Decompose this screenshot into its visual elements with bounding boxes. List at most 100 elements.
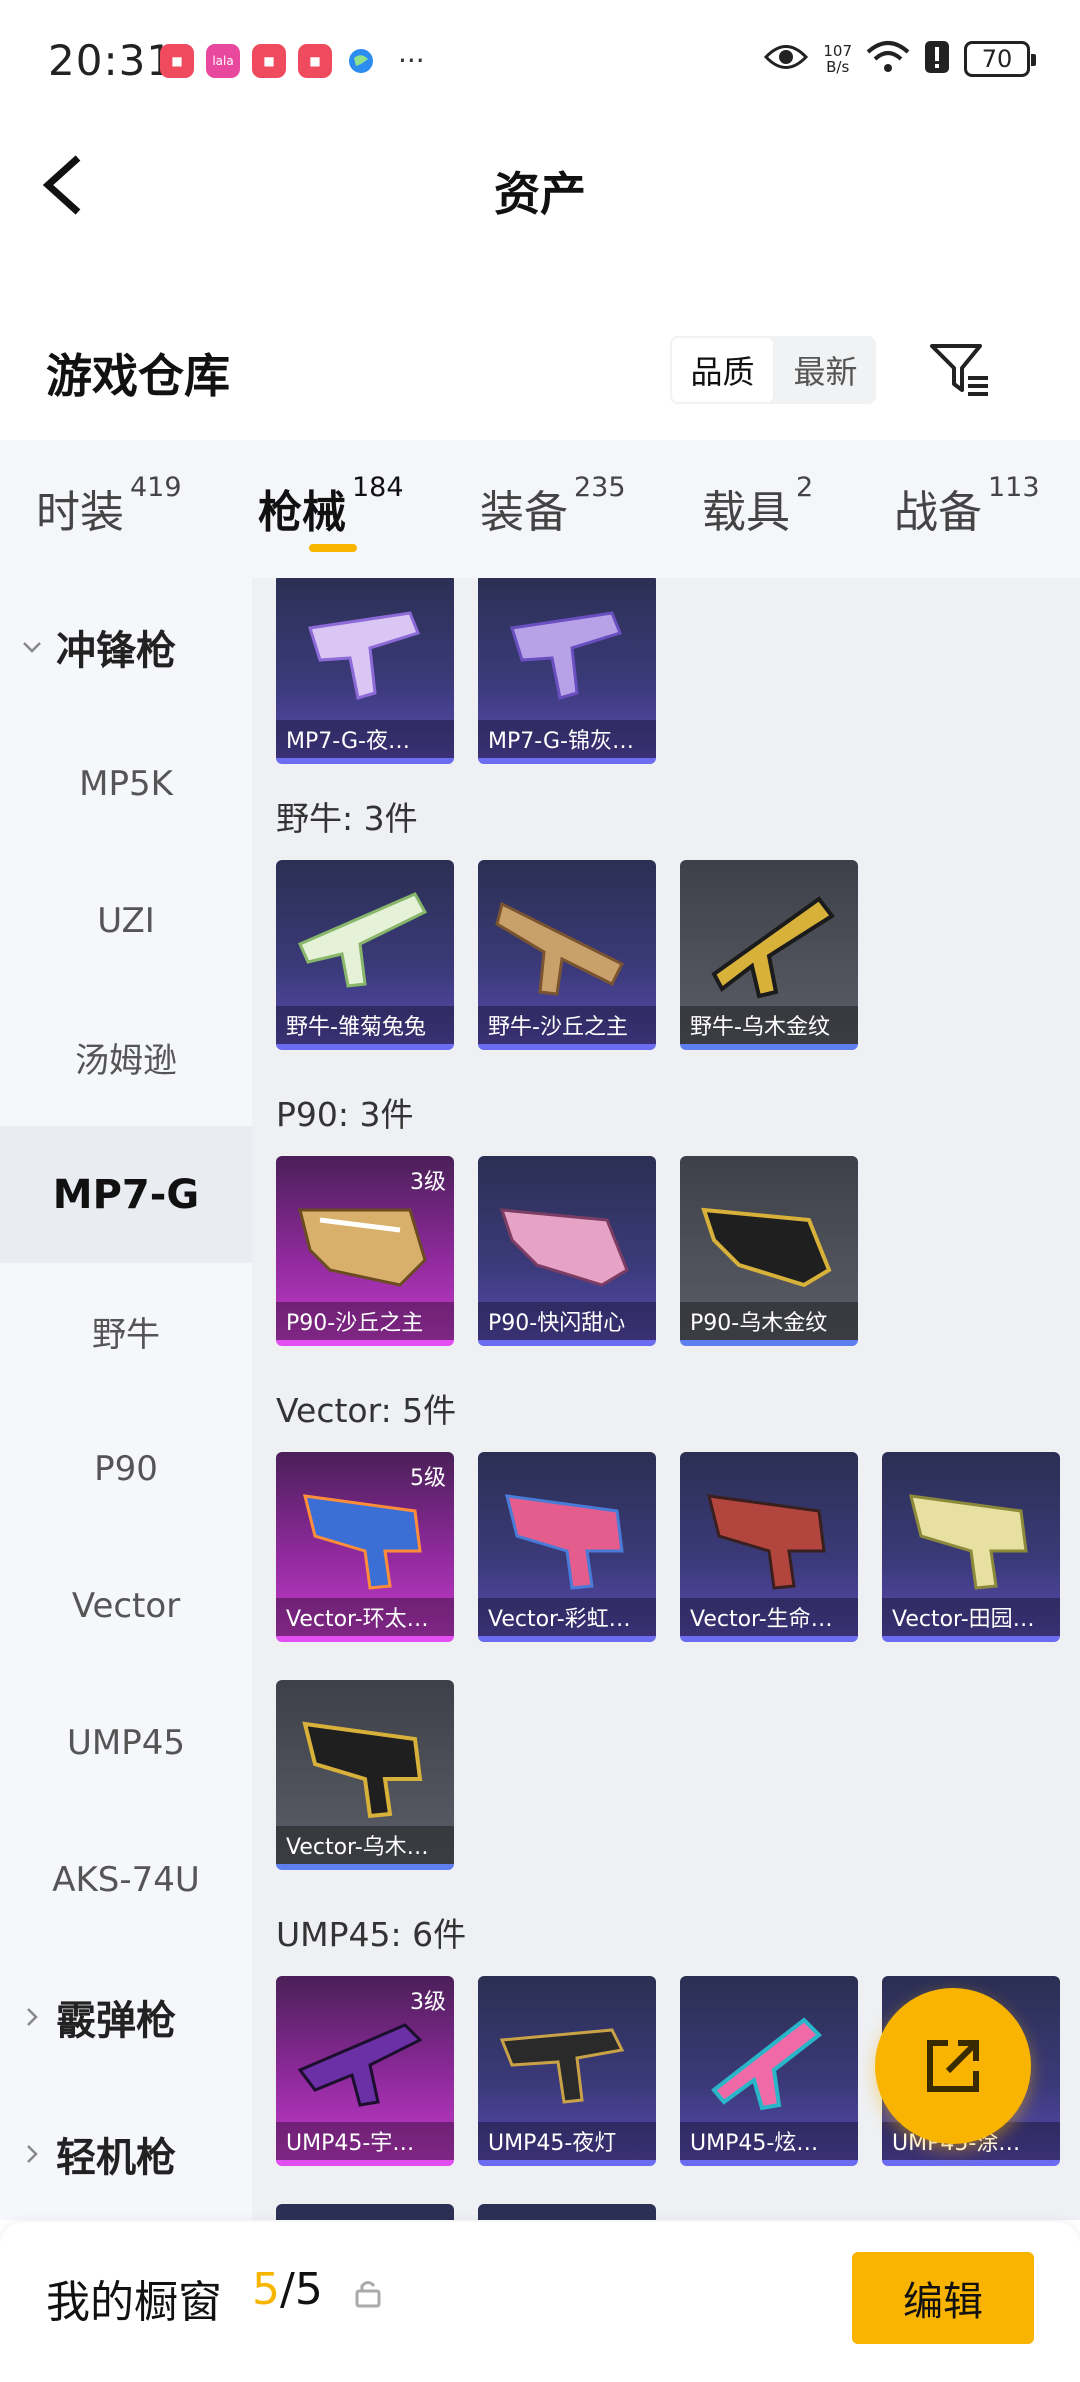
sidebar-item-vector[interactable]: Vector [0,1537,252,1674]
tab-label: 载具 [702,487,790,538]
smg-skin-icon [303,1494,422,1590]
showcase-count: 5/5 [252,2264,323,2315]
smg-skin-icon [499,1208,629,1287]
item-name: Vector-田园… [882,1598,1060,1636]
sort-quality-button[interactable]: 品质 [670,336,775,404]
smg-skin-icon [701,1207,832,1288]
more-notifications: ··· [398,44,425,77]
showcase-bar: 我的橱窗 5/5 编辑 [0,2222,1080,2382]
weapon-sidebar: 冲锋枪 MP5K UZI 汤姆逊 MP7-G 野牛 P90 Vector UMP… [0,578,252,2220]
shopping-app-icon: ■ [252,44,286,78]
item-card[interactable]: MP7-G-夜… [276,578,454,764]
item-card[interactable]: 野牛-乌木金纹 [680,860,858,1050]
item-card[interactable]: 野牛-沙丘之主 [478,860,656,1050]
notification-icons: ■ lala ■ ■ ··· [160,44,425,78]
status-indicators: 107 B/s 70 [763,40,1036,78]
sidebar-group-lmg[interactable]: 轻机枪 [0,2085,252,2220]
group-label-ump45: UMP45: 6件 [276,1915,467,1954]
group-label-vector: Vector: 5件 [276,1391,457,1430]
smg-skin-icon [297,2023,423,2107]
smg-skin-icon [308,611,420,700]
chevron-down-icon [23,641,41,653]
item-card[interactable]: UMP45-夜灯 [478,1976,656,2166]
sidebar-item-label: 轻机枪 [56,2134,176,2181]
lock-icon [355,2281,381,2308]
chevron-right-icon [27,2144,38,2163]
sidebar-item-p90[interactable]: P90 [0,1400,252,1537]
item-card[interactable]: Vector-乌木… [276,1680,454,1870]
sidebar-item-bizon[interactable]: 野牛 [0,1263,252,1400]
item-card[interactable]: 3级 UMP45-宇… [276,1976,454,2166]
sidebar-group-smg[interactable]: 冲锋枪 [0,578,252,715]
tab-vehicles[interactable]: 载具 2 [702,472,813,540]
item-grid: MP7-G-夜… MP7-G-锦灰… 野牛: 3件 野牛-雏菊兔兔 野牛-沙丘之… [252,578,1080,2220]
status-time: 20:31 [48,36,175,85]
chevron-right-icon [27,2007,38,2026]
item-card[interactable]: 5级 Vector-环太… [276,1452,454,1642]
tab-label: 装备 [480,487,568,538]
item-card[interactable]: Vector-彩虹… [478,1452,656,1642]
item-card[interactable]: MP7-G-锦灰… [478,578,656,764]
status-bar: 20:31 ■ lala ■ ■ ··· 107 B/s 70 [0,0,1080,120]
item-card[interactable]: 野牛-雏菊兔兔 [276,860,454,1050]
sidebar-item-mp7g[interactable]: MP7-G [0,1126,252,1263]
item-card[interactable]: UMP45-炫… [680,1976,858,2166]
network-speed: 107 B/s [823,43,852,75]
item-card[interactable]: Vector-生命… [680,1452,858,1642]
item-card[interactable]: 3级 P90-沙丘之主 [276,1156,454,1346]
globe-app-icon [344,44,378,78]
smg-skin-icon [510,611,622,700]
tab-count: 235 [574,472,626,503]
sidebar-item-mp5k[interactable]: MP5K [0,715,252,852]
item-name: 野牛-沙丘之主 [478,1006,656,1044]
smg-skin-icon [505,1494,624,1590]
sidebar-item-aks74u[interactable]: AKS-74U [0,1811,252,1948]
sort-latest-button[interactable]: 最新 [775,336,876,404]
tab-equipment[interactable]: 装备 235 [480,472,626,540]
item-name: Vector-生命… [680,1598,858,1636]
filter-icon [930,344,988,396]
item-name: Vector-乌木… [276,1826,454,1864]
net-speed-unit: B/s [826,58,850,76]
smg-skin-icon [711,896,835,999]
tab-fashion[interactable]: 时装 419 [36,472,182,540]
smg-skin-icon [298,892,428,988]
item-card[interactable] [478,2204,656,2220]
item-name: MP7-G-夜… [276,720,454,758]
tab-supplies[interactable]: 战备 113 [894,472,1040,540]
smg-skin-icon [707,1494,826,1590]
tab-label: 时装 [36,487,124,538]
item-name: UMP45-宇… [276,2122,454,2160]
active-tab-indicator [309,544,357,552]
external-link-icon [927,2040,979,2092]
sidebar-group-shotgun[interactable]: 霰弹枪 [0,1948,252,2085]
item-name: 野牛-乌木金纹 [680,1006,858,1044]
sidebar-item-ump45[interactable]: UMP45 [0,1674,252,1811]
tab-label: 枪械 [258,487,346,538]
sidebar-item-thompson[interactable]: 汤姆逊 [0,989,252,1126]
item-card[interactable] [276,2204,454,2220]
smg-skin-icon [302,1721,423,1819]
item-card[interactable]: P90-乌木金纹 [680,1156,858,1346]
category-tabs: 时装 419 枪械 184 装备 235 载具 2 战备 113 [0,440,1080,578]
item-name: P90-乌木金纹 [680,1302,858,1340]
alert-icon [924,40,950,78]
item-card[interactable]: Vector-田园… [882,1452,1060,1642]
tab-count: 419 [130,472,182,503]
battery-indicator: 70 [964,41,1036,77]
smg-skin-icon [495,901,625,996]
filter-button[interactable] [928,340,992,400]
tab-firearms[interactable]: 枪械 184 [258,472,404,540]
item-name: P90-沙丘之主 [276,1302,454,1340]
sidebar-item-uzi[interactable]: UZI [0,852,252,989]
edit-button[interactable]: 编辑 [852,2252,1034,2344]
tab-label: 战备 [894,487,982,538]
item-name: UMP45-炫… [680,2122,858,2160]
item-name: 野牛-雏菊兔兔 [276,1006,454,1044]
showcase-total: /5 [280,2264,323,2315]
share-floating-button[interactable] [875,1988,1031,2144]
wifi-icon [866,40,910,78]
showcase-title: 我的橱窗 [46,2277,222,2328]
item-card[interactable]: P90-快闪甜心 [478,1156,656,1346]
group-label-bizon: 野牛: 3件 [276,799,418,838]
